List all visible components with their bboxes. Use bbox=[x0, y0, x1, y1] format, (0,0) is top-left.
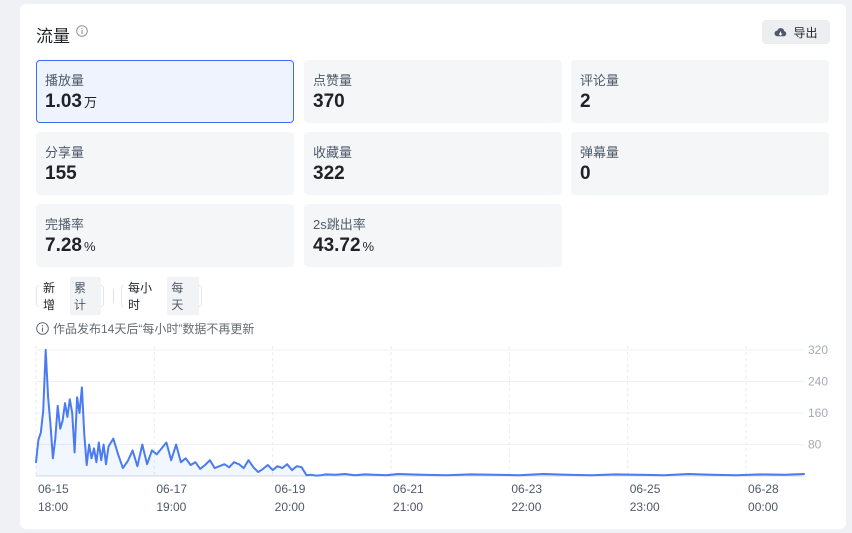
x-tick-time: 21:00 bbox=[393, 500, 423, 514]
x-tick-time: 20:00 bbox=[275, 500, 305, 514]
traffic-card: 流量 导出 播放量 1.03 万 点赞量 370 评论量 2 分享量 155 收藏… bbox=[20, 4, 846, 529]
y-tick-label: 240 bbox=[808, 374, 828, 388]
x-tick-date: 06-15 bbox=[38, 482, 69, 496]
x-tick-date: 06-25 bbox=[630, 482, 661, 496]
y-tick-label: 320 bbox=[808, 343, 828, 357]
x-tick-date: 06-19 bbox=[275, 482, 306, 496]
x-tick-date: 06-23 bbox=[511, 482, 542, 496]
x-tick-time: 19:00 bbox=[156, 500, 186, 514]
x-tick-time: 22:00 bbox=[511, 500, 541, 514]
traffic-line-chart: 80 160 240 320 06-15 18:00 06-17 19:00 06-19 20:0… bbox=[35, 343, 828, 514]
y-tick-label: 160 bbox=[808, 406, 828, 420]
x-tick-time: 18:00 bbox=[38, 500, 68, 514]
x-tick-date: 06-21 bbox=[393, 482, 424, 496]
x-tick-date: 06-28 bbox=[748, 482, 779, 496]
x-tick-date: 06-17 bbox=[156, 482, 187, 496]
y-tick-label: 80 bbox=[808, 437, 822, 451]
x-tick-time: 23:00 bbox=[630, 500, 660, 514]
x-tick-time: 00:00 bbox=[748, 500, 778, 514]
